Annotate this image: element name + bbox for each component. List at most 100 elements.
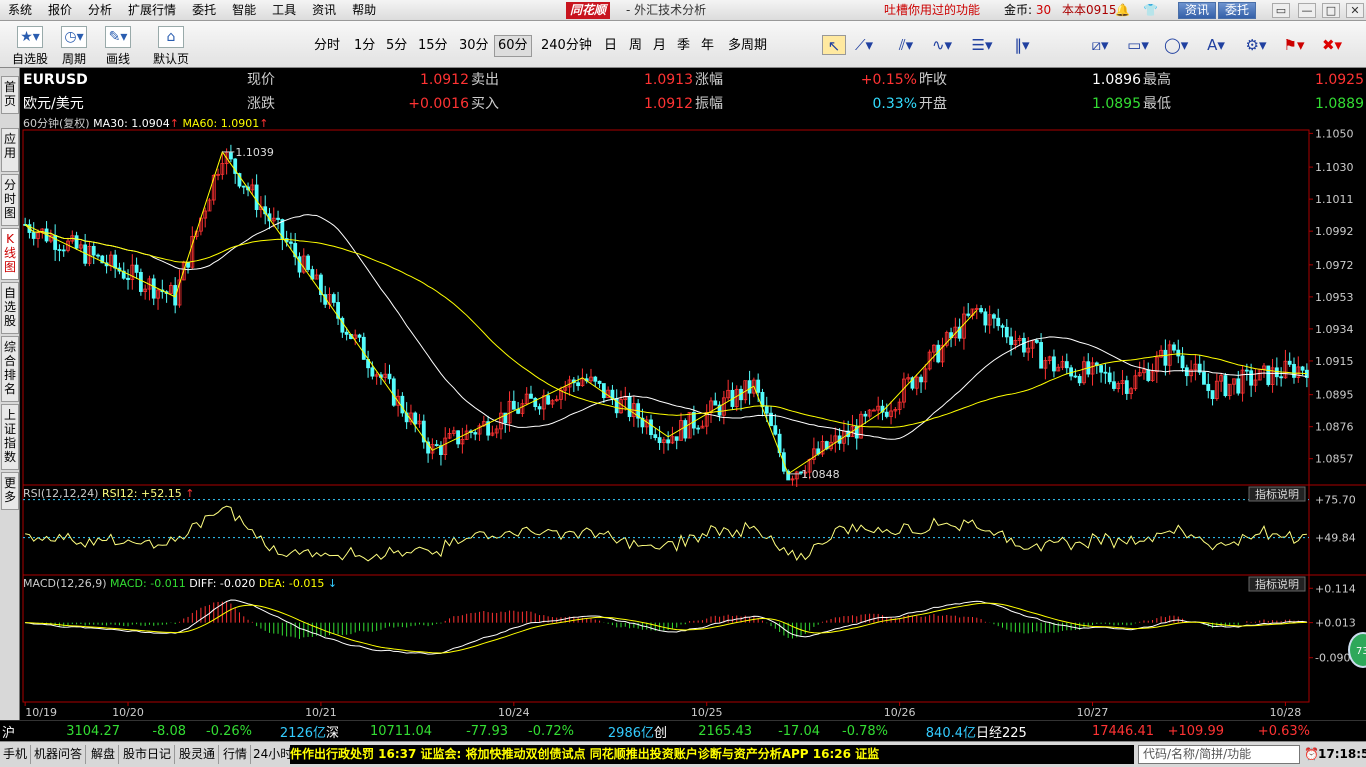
ytick-label: 1.0934 <box>1315 323 1354 336</box>
status-robot-qa[interactable]: 机器问答 <box>31 745 87 764</box>
menu-news[interactable]: 资讯 <box>304 0 344 21</box>
chart-area[interactable]: 1.1039 1.0848 1.1050 1.1030 1.1011 1.0992 1.09… <box>21 116 1366 720</box>
search-input[interactable]: 代码/名称/简拼/功能 <box>1138 745 1300 764</box>
parallel-lines-icon[interactable]: ⫽▾ <box>894 35 918 55</box>
candle-body <box>241 185 246 188</box>
candle-body <box>996 317 1001 327</box>
status-analysis[interactable]: 解盘 <box>88 745 120 764</box>
candle-body <box>361 336 366 360</box>
side-tab-ranking[interactable]: 综合排名 <box>1 336 19 402</box>
alarm-icon[interactable]: ⏰ <box>1304 747 1319 761</box>
restore-icon[interactable]: ▭ <box>1272 3 1290 18</box>
menu-quote[interactable]: 报价 <box>40 0 80 21</box>
rsi-legend-part: RSI12: <box>102 487 141 500</box>
draw-line-button[interactable]: ✎▾ 画线 <box>98 24 138 66</box>
line-icon[interactable]: ⟋▾ <box>852 35 876 55</box>
period-1min[interactable]: 1分 <box>354 36 375 56</box>
bell-icon[interactable]: 🔔 <box>1115 3 1130 18</box>
candle-body <box>1206 383 1211 391</box>
xtick-label: 10/27 <box>1077 706 1109 719</box>
side-tab-kline[interactable]: K线图 <box>1 228 19 280</box>
period-year[interactable]: 年 <box>701 36 714 56</box>
status-market[interactable]: 行情 <box>220 745 252 764</box>
period-multi[interactable]: 多周期 <box>728 36 767 56</box>
news-button[interactable]: 资讯 <box>1178 2 1217 19</box>
menu-help[interactable]: 帮助 <box>344 0 384 21</box>
side-tab-watchlist[interactable]: 自选股 <box>1 282 19 334</box>
settings-icon[interactable]: ⚙▾ <box>1244 35 1268 55</box>
ellipse-icon[interactable]: ◯▾ <box>1164 35 1188 55</box>
trade-button[interactable]: 委托 <box>1218 2 1257 19</box>
candle-body <box>1034 339 1039 343</box>
period-month[interactable]: 月 <box>653 36 666 56</box>
side-tab-sh-index[interactable]: 上证指数 <box>1 404 19 470</box>
menu-trade[interactable]: 委托 <box>184 0 224 21</box>
maximize-icon[interactable]: □ <box>1322 3 1340 18</box>
bars-icon[interactable]: ‖▾ <box>1010 35 1034 55</box>
nk-label[interactable]: 日经225 <box>976 722 1032 741</box>
minimize-icon[interactable]: — <box>1298 3 1316 18</box>
side-tab-apps[interactable]: 应用 <box>1 128 19 172</box>
candle-body <box>344 331 349 335</box>
home-icon: ⌂ <box>158 26 184 48</box>
xtick-label: 10/26 <box>884 706 916 719</box>
candle-body <box>863 413 868 417</box>
kline-chart[interactable]: 1.1039 1.0848 1.1050 1.1030 1.1011 1.0992 1.09… <box>21 116 1366 720</box>
menu-tools[interactable]: 工具 <box>264 0 304 21</box>
candle-body <box>254 184 259 210</box>
channel-icon[interactable]: ⧄▾ <box>1088 35 1112 55</box>
side-tab-more[interactable]: 更多 <box>1 472 19 510</box>
cy-label[interactable]: 创 <box>654 722 670 741</box>
menu-analysis[interactable]: 分析 <box>80 0 120 21</box>
rsi-help-label: 指标说明 <box>1255 487 1299 501</box>
xtick-label: 10/21 <box>305 706 337 719</box>
shirt-icon[interactable]: 👕 <box>1143 3 1158 18</box>
stamp-icon[interactable]: ⚑▾ <box>1282 35 1306 55</box>
delete-icon[interactable]: ✖▾ <box>1320 35 1344 55</box>
value-change: +0.0016 <box>408 96 469 112</box>
side-tab-timeshare[interactable]: 分时图 <box>1 174 19 226</box>
text-icon[interactable]: A▾ <box>1204 35 1228 55</box>
candle-body <box>1266 365 1271 385</box>
plot-frame <box>22 129 1310 703</box>
wave-icon[interactable]: ∿▾ <box>930 35 954 55</box>
news-ticker[interactable]: 件作出行政处罚 16:37 证监会: 将加快推动双创债试点 同花顺推出投资账户诊… <box>290 745 1134 764</box>
period-60min[interactable]: 60分 <box>494 35 532 57</box>
sh-label[interactable]: 沪 <box>2 722 22 741</box>
candle-body <box>1009 336 1013 345</box>
close-icon[interactable]: ✕ <box>1346 3 1364 18</box>
candle-body <box>979 308 983 313</box>
period-240min[interactable]: 240分钟 <box>541 36 592 56</box>
period-day[interactable]: 日 <box>604 36 617 56</box>
watchlist-button[interactable]: ★▾ 自选股 <box>8 24 52 66</box>
cursor-icon[interactable]: ↖ <box>822 35 846 55</box>
period-15min[interactable]: 15分 <box>418 36 448 56</box>
period-label: 60分钟(复权) <box>23 116 93 130</box>
cy-amount: 840.4亿 <box>925 725 976 741</box>
ytick-label: 1.0915 <box>1315 355 1354 368</box>
period-30min[interactable]: 30分 <box>459 36 489 56</box>
period-timeshare[interactable]: 分时 <box>314 36 340 56</box>
menu-smart[interactable]: 智能 <box>224 0 264 21</box>
candle-body <box>653 434 658 439</box>
rectangle-icon[interactable]: ▭▾ <box>1126 35 1150 55</box>
macd-label-name: DEA: <box>259 577 289 590</box>
macd-ytick: +0.013 <box>1315 617 1356 630</box>
period-week[interactable]: 周 <box>629 36 642 56</box>
status-mobile[interactable]: 手机 <box>0 745 32 764</box>
fibonacci-icon[interactable]: ☰▾ <box>970 35 994 55</box>
status-diary[interactable]: 股市日记 <box>120 745 176 764</box>
period-button[interactable]: ◷▾ 周期 <box>54 24 94 66</box>
menu-extended-quote[interactable]: 扩展行情 <box>120 0 184 21</box>
default-page-button[interactable]: ⌂ 默认页 <box>150 24 192 66</box>
period-5min[interactable]: 5分 <box>386 36 407 56</box>
menu-system[interactable]: 系统 <box>0 0 40 21</box>
feedback-link[interactable]: 吐槽你用过的功能 <box>884 0 980 21</box>
xtick-label: 10/28 <box>1270 706 1302 719</box>
sz-label[interactable]: 深 <box>326 722 342 741</box>
ma-label-value: 1.0901 <box>221 117 260 130</box>
period-quarter[interactable]: 季 <box>677 36 690 56</box>
candle-body <box>387 373 392 380</box>
status-stock-link[interactable]: 股灵通 <box>176 745 220 764</box>
side-tab-home[interactable]: 首页 <box>1 76 19 114</box>
